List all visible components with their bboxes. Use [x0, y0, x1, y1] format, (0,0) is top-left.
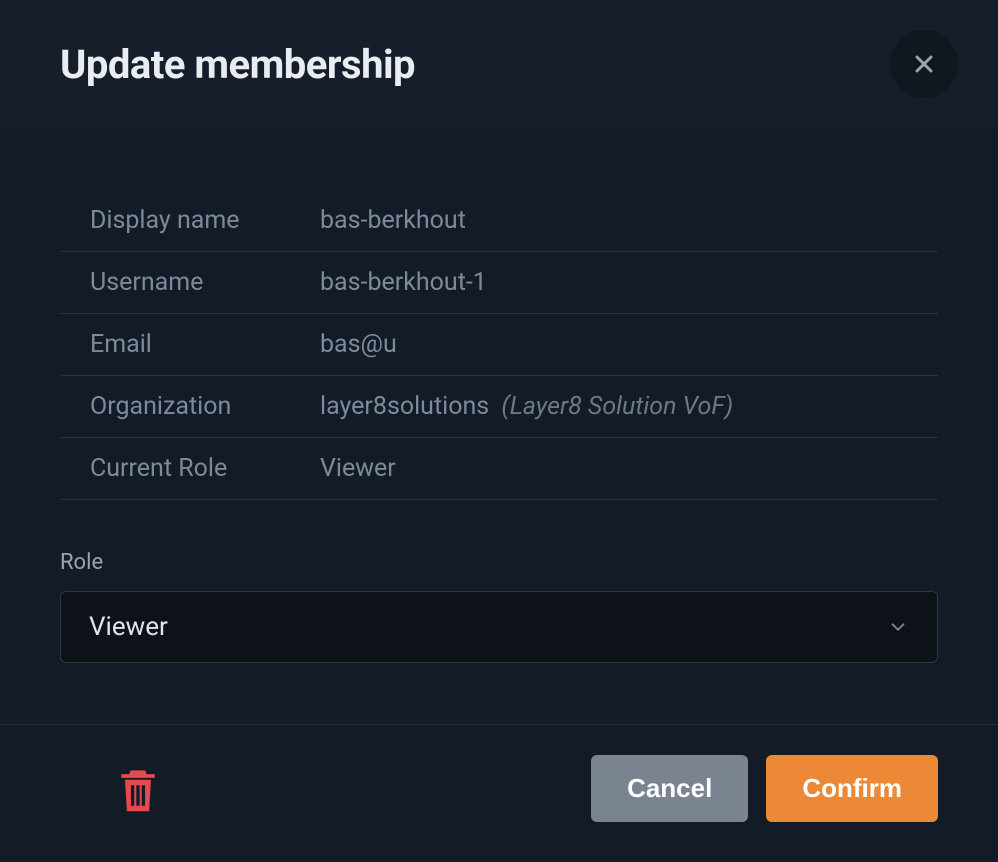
close-icon: [910, 50, 938, 78]
footer-actions: Cancel Confirm: [591, 755, 938, 822]
modal-footer: Cancel Confirm: [0, 724, 998, 862]
close-button[interactable]: [890, 30, 958, 98]
trash-icon: [115, 763, 161, 815]
confirm-button[interactable]: Confirm: [766, 755, 938, 822]
info-table: Display name bas-berkhout Username bas-b…: [60, 198, 938, 500]
info-row-current-role: Current Role Viewer: [60, 438, 938, 500]
info-row-display-name: Display name bas-berkhout: [60, 198, 938, 252]
value-email: bas@u: [320, 330, 397, 359]
info-row-organization: Organization layer8solutions (Layer8 Sol…: [60, 376, 938, 438]
chevron-down-icon: [887, 616, 909, 638]
info-row-email: Email bas@u: [60, 314, 938, 376]
modal-body: Display name bas-berkhout Username bas-b…: [0, 128, 998, 724]
organization-secondary: (Layer8 Solution VoF): [501, 392, 733, 421]
label-username: Username: [90, 268, 320, 297]
role-select[interactable]: Viewer: [60, 591, 938, 663]
organization-primary: layer8solutions: [320, 392, 489, 421]
label-email: Email: [90, 330, 320, 359]
role-section: Role Viewer: [60, 550, 938, 663]
cancel-button[interactable]: Cancel: [591, 755, 748, 822]
role-label: Role: [60, 550, 938, 575]
value-username: bas-berkhout-1: [320, 268, 487, 297]
update-membership-modal: Update membership Display name bas-berkh…: [0, 0, 998, 862]
value-organization: layer8solutions (Layer8 Solution VoF): [320, 392, 733, 421]
modal-header: Update membership: [0, 0, 998, 128]
value-display-name: bas-berkhout: [320, 206, 466, 235]
role-select-value: Viewer: [89, 612, 168, 642]
delete-button[interactable]: [110, 761, 166, 817]
label-display-name: Display name: [90, 206, 320, 235]
label-organization: Organization: [90, 392, 320, 421]
value-current-role: Viewer: [320, 454, 396, 483]
info-row-username: Username bas-berkhout-1: [60, 252, 938, 314]
modal-title: Update membership: [60, 41, 415, 88]
label-current-role: Current Role: [90, 454, 320, 483]
